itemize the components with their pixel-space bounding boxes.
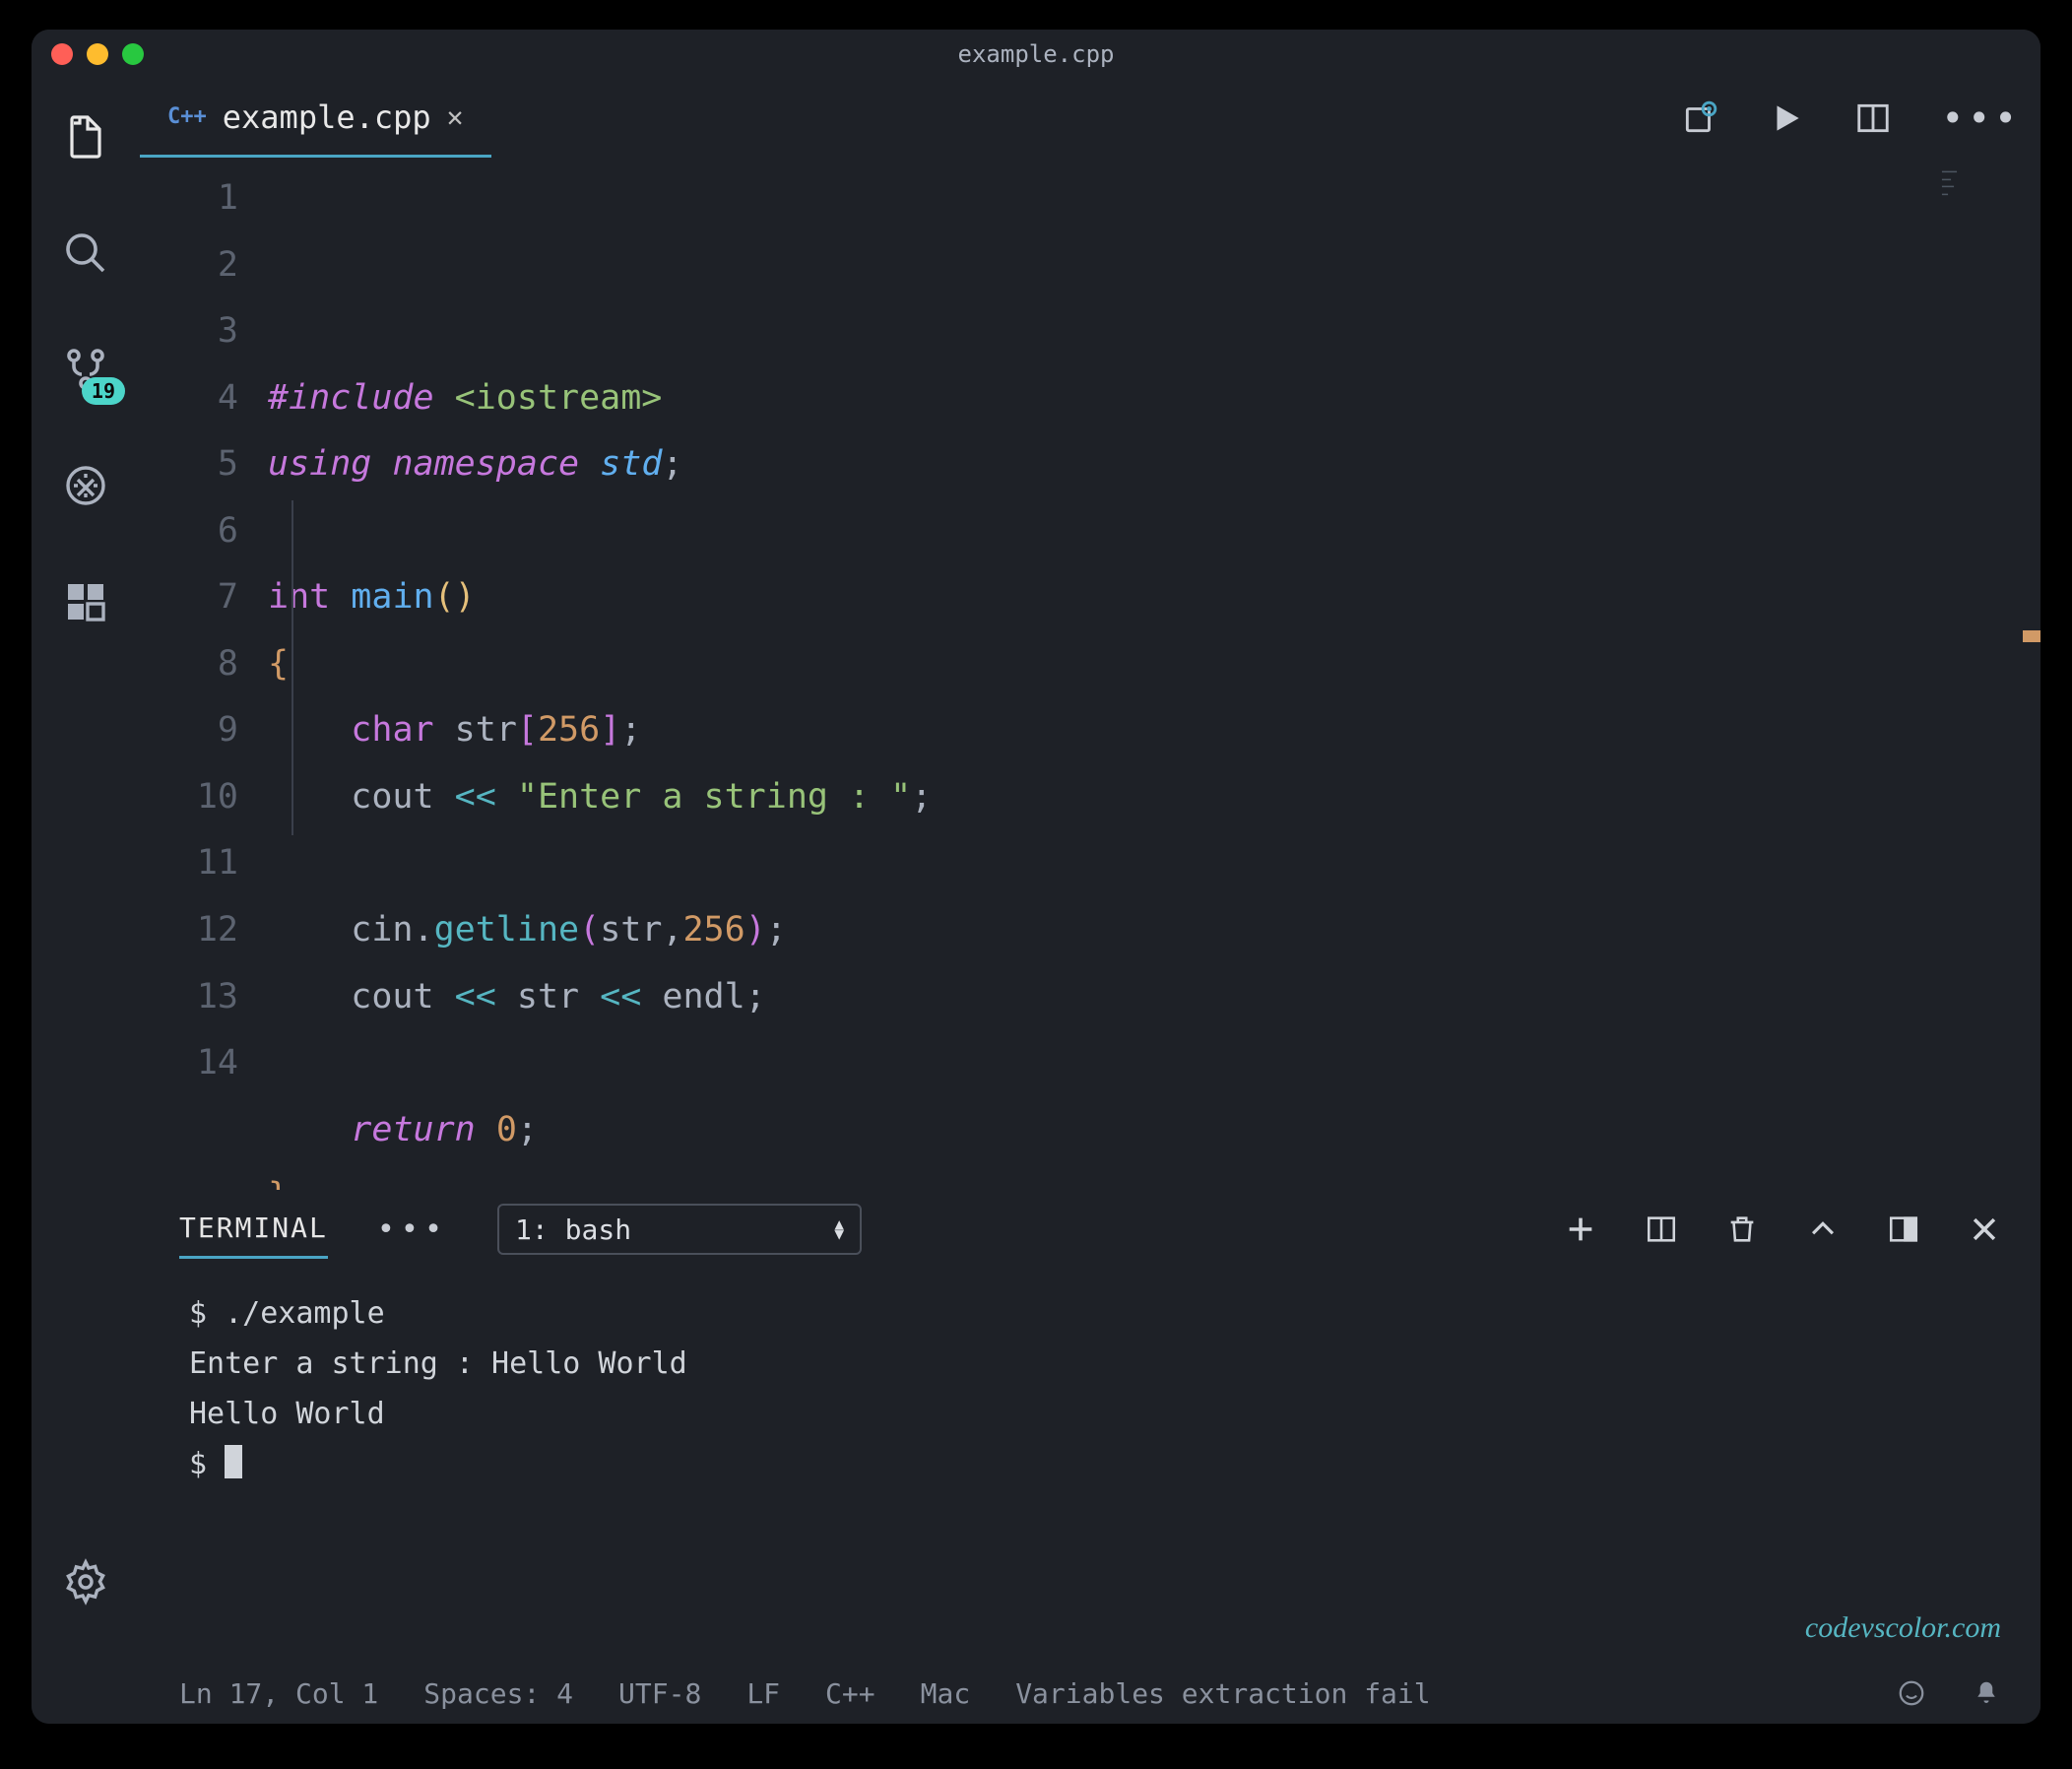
code-line[interactable]: } [268, 1163, 2040, 1190]
tab-filename: example.cpp [223, 98, 431, 136]
terminal-text: $ ./example Enter a string : Hello World… [189, 1296, 687, 1481]
extensions-icon[interactable] [62, 578, 109, 625]
status-language[interactable]: C++ [825, 1677, 875, 1710]
status-encoding[interactable]: UTF-8 [618, 1677, 701, 1710]
titlebar: example.cpp [32, 30, 2040, 79]
code-line[interactable]: cout << str << endl; [268, 964, 2040, 1031]
panel-more-icon[interactable]: ••• [377, 1212, 448, 1247]
code-content[interactable]: #include <iostream>using namespace std; … [268, 158, 2040, 1190]
code-line[interactable]: cout << "Enter a string : "; [268, 764, 2040, 831]
code-line[interactable]: #include <iostream> [268, 365, 2040, 432]
workbench: 19 C++ example.cpp ✕ [32, 79, 2040, 1724]
status-os[interactable]: Mac [921, 1677, 971, 1710]
window-title: example.cpp [958, 40, 1115, 68]
maximize-window-button[interactable] [122, 43, 144, 65]
code-line[interactable] [268, 830, 2040, 897]
minimap[interactable]: ▂▂▂▂▂▂▂▂▂▂▂▂▂▂ [1942, 167, 2031, 236]
overview-ruler-marker [2023, 630, 2040, 642]
editor-group: C++ example.cpp ✕ ••• [140, 79, 2040, 1724]
tab-close-icon[interactable]: ✕ [447, 100, 464, 133]
kill-terminal-icon[interactable] [1725, 1212, 1759, 1246]
tab-bar: C++ example.cpp ✕ ••• [140, 79, 2040, 158]
indent-guide [291, 500, 293, 835]
source-control-icon[interactable]: 19 [62, 346, 109, 393]
close-panel-icon[interactable] [1968, 1212, 2001, 1246]
split-editor-icon[interactable] [1854, 99, 1892, 137]
run-icon[interactable] [1768, 99, 1805, 137]
tab-example-cpp[interactable]: C++ example.cpp ✕ [140, 79, 491, 158]
settings-gear-icon[interactable] [62, 1558, 109, 1605]
status-bar: Ln 17, Col 1 Spaces: 4 UTF-8 LF C++ Mac … [140, 1663, 2040, 1724]
editor-window: example.cpp 19 [32, 30, 2040, 1724]
status-indentation[interactable]: Spaces: 4 [423, 1677, 573, 1710]
close-window-button[interactable] [51, 43, 73, 65]
window-controls [51, 43, 144, 65]
debug-icon[interactable] [62, 462, 109, 509]
code-line[interactable]: char str[256]; [268, 697, 2040, 764]
code-line[interactable]: { [268, 631, 2040, 698]
selector-chevron-icon: ▲▼ [834, 1219, 844, 1239]
maximize-panel-icon[interactable] [1806, 1212, 1840, 1246]
toggle-panel-icon[interactable] [1887, 1212, 1920, 1246]
file-language-badge: C++ [167, 104, 207, 129]
code-line[interactable]: int main() [268, 564, 2040, 631]
status-message[interactable]: Variables extraction fail [1015, 1677, 1430, 1710]
code-editor[interactable]: 1234567891011121314 #include <iostream>u… [140, 158, 2040, 1190]
new-terminal-icon[interactable] [1564, 1212, 1597, 1246]
code-line[interactable] [268, 498, 2040, 565]
scm-badge: 19 [82, 377, 125, 405]
code-line[interactable] [268, 1030, 2040, 1097]
terminal-cursor [225, 1445, 242, 1478]
terminal-output[interactable]: $ ./example Enter a string : Hello World… [140, 1269, 2040, 1663]
code-line[interactable]: return 0; [268, 1097, 2040, 1164]
terminal-selector-label: 1: bash [515, 1213, 631, 1246]
line-gutter: 1234567891011121314 [140, 158, 268, 1190]
editor-actions: ••• [1681, 97, 2021, 140]
explorer-icon[interactable] [62, 113, 109, 161]
panel-tabs: TERMINAL ••• 1: bash ▲▼ [140, 1190, 2040, 1269]
code-line[interactable]: using namespace std; [268, 431, 2040, 498]
activity-bar: 19 [32, 79, 140, 1724]
terminal-selector[interactable]: 1: bash ▲▼ [497, 1204, 862, 1255]
open-changes-icon[interactable] [1681, 99, 1718, 137]
more-actions-icon[interactable]: ••• [1941, 97, 2021, 140]
watermark: codevscolor.com [1805, 1603, 2001, 1653]
split-terminal-icon[interactable] [1645, 1212, 1678, 1246]
status-cursor-position[interactable]: Ln 17, Col 1 [179, 1677, 378, 1710]
minimize-window-button[interactable] [87, 43, 108, 65]
notifications-bell-icon[interactable] [1972, 1678, 2001, 1708]
panel-actions [1564, 1212, 2001, 1246]
code-line[interactable]: cin.getline(str,256); [268, 897, 2040, 964]
status-eol[interactable]: LF [746, 1677, 780, 1710]
terminal-tab[interactable]: TERMINAL [179, 1200, 328, 1259]
bottom-panel: TERMINAL ••• 1: bash ▲▼ $ . [140, 1190, 2040, 1663]
feedback-smiley-icon[interactable] [1897, 1678, 1926, 1708]
search-icon[interactable] [62, 229, 109, 277]
